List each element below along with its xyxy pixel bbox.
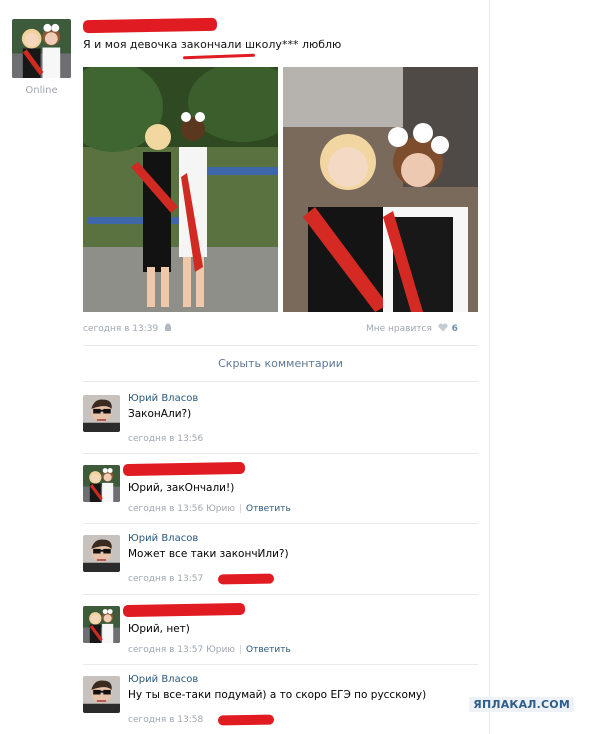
author-avatar[interactable] [12, 19, 71, 78]
comment-meta: сегодня в 13:56 Юрию | Ответить [128, 504, 291, 514]
comments-divider [83, 381, 478, 382]
android-icon [164, 323, 172, 332]
post-time[interactable]: сегодня в 13:39 [83, 324, 158, 334]
commenter-avatar[interactable] [83, 676, 120, 713]
comment-item: Юрий, закОнчали!) сегодня в 13:56 Юрию | О… [83, 461, 478, 519]
comment-time[interactable]: сегодня в 13:56 [128, 434, 203, 444]
comment-meta: сегодня в 13:56 [128, 434, 203, 444]
comments-divider [83, 345, 478, 346]
comment-meta: сегодня в 13:57 Юрию | Ответить [128, 645, 291, 655]
comment-item: Юрий Власов Может все таки закончИли?) с… [83, 533, 478, 589]
commenter-avatar[interactable] [83, 395, 120, 432]
like-button[interactable]: Мне нравится 6 [366, 323, 458, 334]
comment-text: Ну ты все-таки подумай) а то скоро ЕГЭ п… [128, 689, 427, 701]
comment-time[interactable]: сегодня в 13:58 [128, 715, 203, 725]
redacted-author-name [82, 17, 218, 34]
commenter-name[interactable]: Юрий Власов [128, 533, 198, 544]
reply-button[interactable]: Ответить [246, 504, 291, 514]
reply-to[interactable]: Юрию [206, 504, 235, 514]
like-label: Мне нравится [366, 324, 432, 334]
heart-icon [438, 323, 448, 332]
comment-time[interactable]: сегодня в 13:57 [128, 574, 203, 584]
comment-text: ЗаконАли?) [128, 408, 192, 420]
comment-divider [83, 523, 478, 524]
commenter-name[interactable]: Юрий Власов [128, 674, 198, 685]
commenter-avatar[interactable] [83, 606, 120, 643]
comment-divider [83, 664, 478, 665]
comment-time[interactable]: сегодня в 13:56 [128, 504, 203, 514]
comment-time[interactable]: сегодня в 13:57 [128, 645, 203, 655]
redacted-commenter-name [122, 602, 246, 618]
online-status: Online [25, 85, 58, 96]
post-time-row: сегодня в 13:39 [83, 323, 172, 334]
post-text: Я и моя девочка закончали школу*** люблю [83, 38, 342, 51]
redacted-reply-link [217, 573, 275, 585]
comment-text: Юрий, нет) [128, 623, 190, 635]
comment-text: Может все таки закончИли?) [128, 548, 289, 560]
comment-divider [83, 594, 478, 595]
comment-divider [83, 453, 478, 454]
reply-button[interactable]: Ответить [246, 645, 291, 655]
comment-meta: сегодня в 13:58 [128, 715, 203, 725]
redacted-reply-link [217, 714, 275, 726]
comment-text: Юрий, закОнчали!) [128, 482, 235, 494]
hide-comments-button[interactable]: Скрыть комментарии [83, 350, 478, 378]
comment-item: Юрий, нет) сегодня в 13:57 Юрию | Ответить [83, 602, 478, 660]
comment-item: Юрий Власов ЗаконАли?) сегодня в 13:56 [83, 393, 478, 449]
comment-meta: сегодня в 13:57 [128, 574, 203, 584]
commenter-name[interactable]: Юрий Власов [128, 393, 198, 404]
redacted-commenter-name [122, 461, 246, 477]
commenter-avatar[interactable] [83, 535, 120, 572]
like-count: 6 [451, 324, 458, 334]
commenter-avatar[interactable] [83, 465, 120, 502]
comment-item: Юрий Власов Ну ты все-таки подумай) а то… [83, 674, 478, 730]
reply-to[interactable]: Юрию [206, 645, 235, 655]
post-photo-2[interactable] [283, 67, 478, 312]
post-photo-1[interactable] [83, 67, 278, 312]
site-watermark: ЯПЛАКАЛ.COM [469, 697, 574, 712]
